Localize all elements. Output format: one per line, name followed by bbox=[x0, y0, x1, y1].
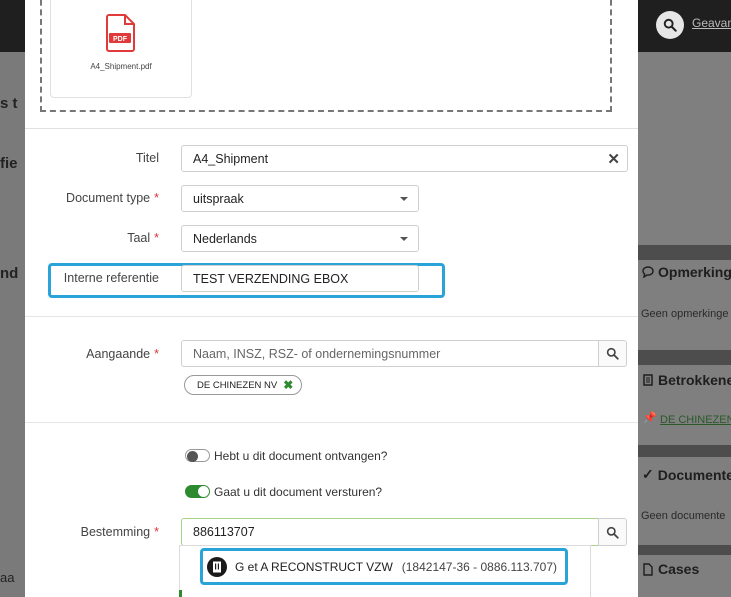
right-panel-band bbox=[638, 445, 731, 457]
document-type-label: Document type * bbox=[66, 191, 159, 205]
uploaded-file-card[interactable]: PDF A4_Shipment.pdf bbox=[50, 0, 192, 98]
received-toggle[interactable] bbox=[185, 449, 210, 462]
suggestion-numbers: (1842147-36 - 0886.113.707) bbox=[401, 559, 557, 574]
right-panel-band bbox=[638, 245, 731, 260]
involved-title: Betrokkene bbox=[642, 372, 731, 388]
bg-left-fragment: aa bbox=[0, 570, 15, 585]
internal-reference-value: TEST VERZENDING EBOX bbox=[193, 271, 349, 286]
destination-field[interactable]: 886113707 bbox=[181, 518, 599, 546]
language-label: Taal * bbox=[127, 231, 159, 245]
document-type-value: uitspraak bbox=[193, 191, 244, 206]
clear-icon[interactable]: ✕ bbox=[607, 150, 620, 168]
title-value: A4_Shipment bbox=[193, 151, 269, 166]
concerning-search-input[interactable] bbox=[193, 346, 598, 361]
concerning-chip: DE CHINEZEN NV ✖ bbox=[184, 375, 303, 395]
internal-reference-field[interactable]: TEST VERZENDING EBOX bbox=[181, 265, 419, 292]
documents-title: ✓ Documente bbox=[642, 466, 731, 483]
document-icon bbox=[643, 562, 653, 576]
file-name: A4_Shipment.pdf bbox=[90, 62, 152, 71]
chevron-down-icon bbox=[400, 196, 408, 201]
pdf-badge: PDF bbox=[113, 36, 128, 43]
pdf-file-icon: PDF bbox=[106, 14, 135, 52]
concerning-label: Aangaande * bbox=[86, 347, 159, 361]
search-icon bbox=[606, 526, 619, 539]
check-icon: ✓ bbox=[642, 466, 654, 482]
suggestion-name: G et A RECONSTRUCT VZW bbox=[235, 559, 393, 574]
bg-left-fragment: nd bbox=[0, 265, 19, 282]
destination-label: Bestemming * bbox=[80, 525, 159, 539]
document-type-select[interactable]: uitspraak bbox=[181, 185, 419, 212]
destination-value: 886113707 bbox=[193, 525, 255, 539]
received-toggle-label: Hebt u dit document ontvangen? bbox=[214, 449, 388, 463]
section-divider bbox=[25, 316, 638, 317]
language-select[interactable]: Nederlands bbox=[181, 225, 419, 252]
destination-search-button[interactable] bbox=[598, 518, 627, 546]
add-document-modal: PDF A4_Shipment.pdf Titel A4_Shipment ✕ … bbox=[25, 0, 638, 597]
chip-label: DE CHINEZEN NV bbox=[197, 379, 278, 391]
remarks-title: Opmerkinge bbox=[642, 264, 731, 280]
cases-title: Cases bbox=[642, 561, 699, 577]
remarks-empty: Geen opmerkinge bbox=[641, 308, 729, 320]
send-toggle-label: Gaat u dit document versturen? bbox=[214, 485, 383, 499]
left-background-strip bbox=[0, 52, 25, 597]
organization-icon bbox=[207, 556, 227, 577]
building-icon bbox=[643, 374, 653, 386]
bg-left-fragment: s t bbox=[0, 95, 18, 112]
chevron-down-icon bbox=[400, 236, 408, 241]
remove-chip-icon[interactable]: ✖ bbox=[283, 378, 293, 392]
search-icon bbox=[606, 347, 619, 360]
green-edge bbox=[179, 590, 182, 597]
documents-empty: Geen documente bbox=[641, 510, 726, 522]
comment-icon bbox=[642, 266, 654, 278]
send-toggle[interactable] bbox=[185, 485, 210, 498]
involved-link[interactable]: DE CHINEZEN bbox=[660, 414, 731, 426]
title-field[interactable]: A4_Shipment ✕ bbox=[181, 145, 628, 172]
suggestion-item[interactable]: G et A RECONSTRUCT VZW (1842147-36 - 088… bbox=[200, 548, 568, 585]
title-label: Titel bbox=[135, 151, 159, 165]
right-panel-band bbox=[638, 545, 731, 555]
concerning-search-field[interactable] bbox=[181, 340, 599, 367]
language-value: Nederlands bbox=[193, 231, 257, 246]
internal-reference-label: Interne referentie bbox=[63, 271, 159, 285]
section-divider bbox=[25, 422, 638, 423]
search-icon bbox=[663, 18, 677, 32]
right-panel-band bbox=[638, 350, 731, 365]
bg-left-fragment: fie bbox=[0, 155, 18, 172]
concerning-search-button[interactable] bbox=[598, 340, 627, 367]
header-search-button[interactable] bbox=[656, 11, 684, 39]
header-link[interactable]: Geavan bbox=[692, 16, 731, 30]
pin-icon: 📌 bbox=[643, 412, 657, 424]
